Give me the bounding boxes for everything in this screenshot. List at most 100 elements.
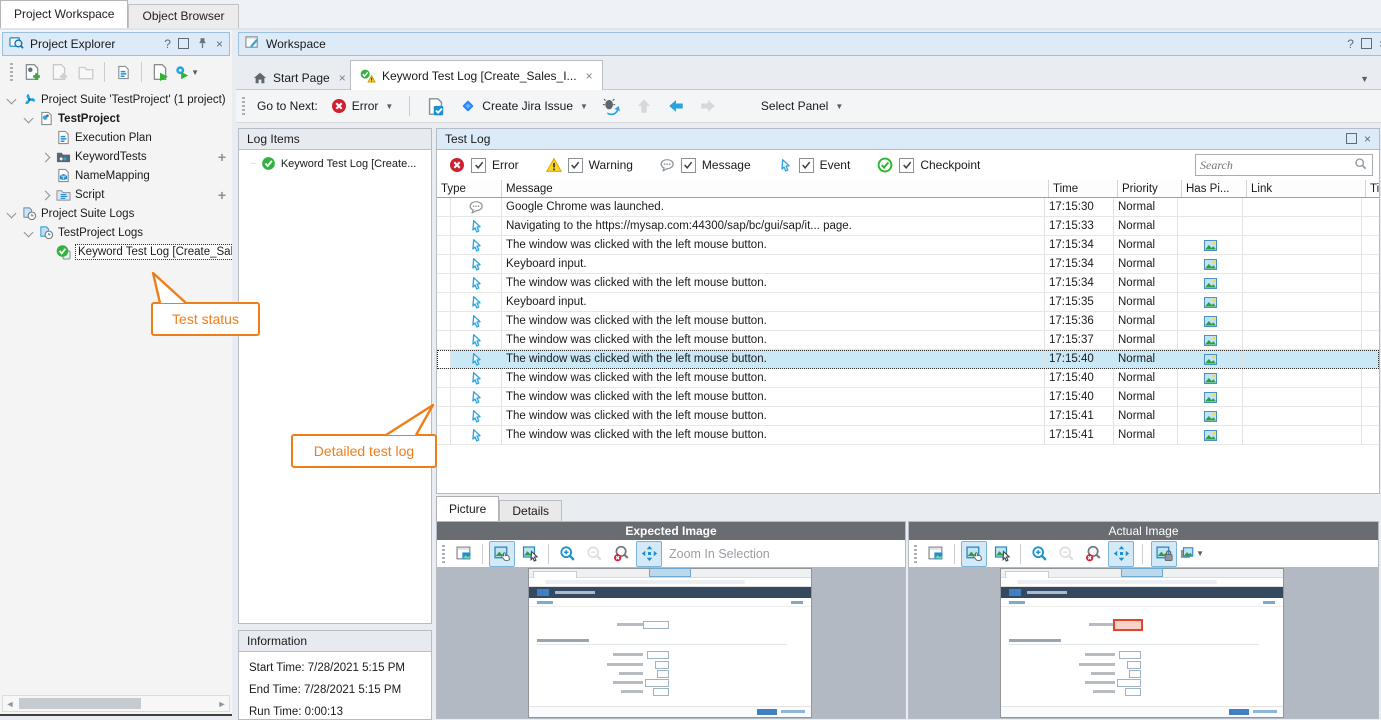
- send-via-email-button[interactable]: [421, 94, 450, 119]
- log-table-row[interactable]: Keyboard input. 17:15:35 Normal 0.89: [437, 293, 1379, 312]
- zoom-in-selection-button[interactable]: [636, 541, 662, 567]
- pan-mode-button[interactable]: [961, 541, 987, 567]
- column-header-time[interactable]: Time: [1049, 180, 1118, 197]
- tab-list-dropdown-icon[interactable]: ▼: [1360, 74, 1369, 84]
- log-item[interactable]: ┈Keyword Test Log [Create...: [239, 150, 431, 171]
- lock-images-button[interactable]: [1151, 541, 1177, 567]
- log-table-row[interactable]: The window was clicked with the left mou…: [437, 312, 1379, 331]
- tree-item-execution[interactable]: Execution Plan: [0, 128, 232, 147]
- close-tab-icon[interactable]: ×: [339, 71, 346, 85]
- main-tab-object-browser[interactable]: Object Browser: [128, 4, 238, 28]
- expander-down-icon[interactable]: [6, 94, 18, 106]
- document-tab-1[interactable]: Keyword Test Log [Create_Sales_I...×: [350, 60, 603, 90]
- expander-right-icon[interactable]: [40, 189, 52, 201]
- post-defect-button[interactable]: [597, 94, 626, 119]
- tree-item-project[interactable]: Project Suite 'TestProject' (1 project): [0, 90, 232, 109]
- actual-image-canvas[interactable]: [909, 567, 1378, 718]
- run-project-button[interactable]: [148, 60, 172, 84]
- log-table-row[interactable]: The window was clicked with the left mou…: [437, 331, 1379, 350]
- tree-item-keywordtests[interactable]: KeywordTests +: [0, 147, 232, 166]
- tree-item-testproject[interactable]: TestProject: [0, 109, 232, 128]
- zoom-reset-button[interactable]: [1081, 542, 1105, 566]
- document-tab-0[interactable]: Start Page×: [244, 65, 355, 90]
- expander-down-icon[interactable]: [6, 208, 18, 220]
- maximize-icon[interactable]: [178, 38, 189, 51]
- search-box[interactable]: [1195, 154, 1373, 176]
- tree-item-script[interactable]: Script +: [0, 185, 232, 204]
- horizontal-scrollbar[interactable]: ◄ ►: [2, 695, 230, 712]
- tree-item-project[interactable]: Project Suite Logs: [0, 204, 232, 223]
- zoom-out-button[interactable]: [1054, 542, 1078, 566]
- column-header-message[interactable]: Message: [502, 180, 1049, 197]
- test-log-icon: [360, 68, 376, 84]
- help-icon[interactable]: ?: [1347, 38, 1354, 50]
- column-header-timediff[interactable]: Time Diff...: [1366, 180, 1379, 197]
- log-table-row[interactable]: The window was clicked with the left mou…: [437, 426, 1379, 445]
- run-project-suite-button[interactable]: ▼: [175, 60, 199, 84]
- maximize-icon[interactable]: [1361, 38, 1372, 51]
- zoom-reset-button[interactable]: [609, 542, 633, 566]
- pan-mode-button[interactable]: [489, 541, 515, 567]
- zoom-in-button[interactable]: [1027, 542, 1051, 566]
- edit-execution-plan-button[interactable]: [111, 60, 135, 84]
- compare-view-button[interactable]: ▼: [1180, 542, 1204, 566]
- log-table-row[interactable]: The window was clicked with the left mou…: [437, 236, 1379, 255]
- log-table-row[interactable]: The window was clicked with the left mou…: [437, 369, 1379, 388]
- add-child-icon[interactable]: +: [218, 149, 226, 165]
- event-icon: [469, 428, 484, 443]
- column-header-link[interactable]: Link: [1247, 180, 1366, 197]
- zoom-in-button[interactable]: [555, 542, 579, 566]
- zoom-out-button[interactable]: [582, 542, 606, 566]
- view-image-button[interactable]: [452, 542, 476, 566]
- add-new-item-button[interactable]: [20, 60, 44, 84]
- zoom-in-selection-button[interactable]: [1108, 541, 1134, 567]
- filter-error-checkbox[interactable]: [471, 158, 486, 173]
- main-tab-project-workspace[interactable]: Project Workspace: [0, 0, 128, 28]
- add-item-button[interactable]: [47, 60, 71, 84]
- expected-image-canvas[interactable]: [437, 567, 905, 718]
- tree-item-keyword[interactable]: Keyword Test Log [Create_Sales: [0, 242, 232, 261]
- help-icon[interactable]: ?: [164, 38, 171, 50]
- create-jira-issue-button[interactable]: Create Jira Issue▼: [454, 94, 593, 118]
- log-table-row[interactable]: The window was clicked with the left mou…: [437, 388, 1379, 407]
- expander-right-icon[interactable]: [40, 151, 52, 163]
- column-header-priority[interactable]: Priority: [1118, 180, 1182, 197]
- log-table-row[interactable]: The window was clicked with the left mou…: [437, 407, 1379, 426]
- add-child-icon[interactable]: +: [218, 187, 226, 203]
- select-panel-button[interactable]: Select Panel▼: [756, 96, 848, 116]
- search-input[interactable]: [1196, 158, 1354, 173]
- tab-picture[interactable]: Picture: [436, 496, 499, 521]
- log-table-row[interactable]: The window was clicked with the left mou…: [437, 350, 1379, 369]
- open-item-button[interactable]: [74, 60, 98, 84]
- close-icon[interactable]: ×: [216, 38, 223, 50]
- log-table-row[interactable]: The window was clicked with the left mou…: [437, 274, 1379, 293]
- close-icon[interactable]: ×: [1364, 133, 1371, 145]
- select-mode-button[interactable]: [518, 542, 542, 566]
- maximize-icon[interactable]: [1346, 133, 1357, 146]
- pin-icon[interactable]: [196, 37, 209, 52]
- goto-next-error-button[interactable]: Error▼: [326, 95, 399, 117]
- select-mode-button[interactable]: [990, 542, 1014, 566]
- tree-item-namemapping[interactable]: NameMapping: [0, 166, 232, 185]
- expander-down-icon[interactable]: [23, 113, 35, 125]
- filter-warning-checkbox[interactable]: [568, 158, 583, 173]
- close-tab-icon[interactable]: ×: [586, 69, 593, 83]
- expander-down-icon[interactable]: [23, 227, 35, 239]
- filter-event-checkbox[interactable]: [799, 158, 814, 173]
- filter-message-checkbox[interactable]: [681, 158, 696, 173]
- log-table-row[interactable]: Navigating to the https://mysap.com:4430…: [437, 217, 1379, 236]
- scroll-right-icon[interactable]: ►: [215, 699, 229, 709]
- forward-button[interactable]: [694, 94, 722, 118]
- column-header-type[interactable]: Type: [437, 180, 502, 197]
- log-table-row[interactable]: Google Chrome was launched. 17:15:30 Nor…: [437, 198, 1379, 217]
- column-header-haspi[interactable]: Has Pi...: [1182, 180, 1247, 197]
- tree-item-testproject[interactable]: TestProject Logs: [0, 223, 232, 242]
- filter-checkpoint-checkbox[interactable]: [899, 158, 914, 173]
- go-up-button[interactable]: [630, 94, 658, 118]
- scrollbar-thumb[interactable]: [19, 698, 141, 709]
- back-button[interactable]: [662, 94, 690, 118]
- view-image-button[interactable]: [924, 542, 948, 566]
- tab-details[interactable]: Details: [499, 500, 562, 521]
- log-table-row[interactable]: Keyboard input. 17:15:34 Normal 0.19: [437, 255, 1379, 274]
- scroll-left-icon[interactable]: ◄: [3, 699, 17, 709]
